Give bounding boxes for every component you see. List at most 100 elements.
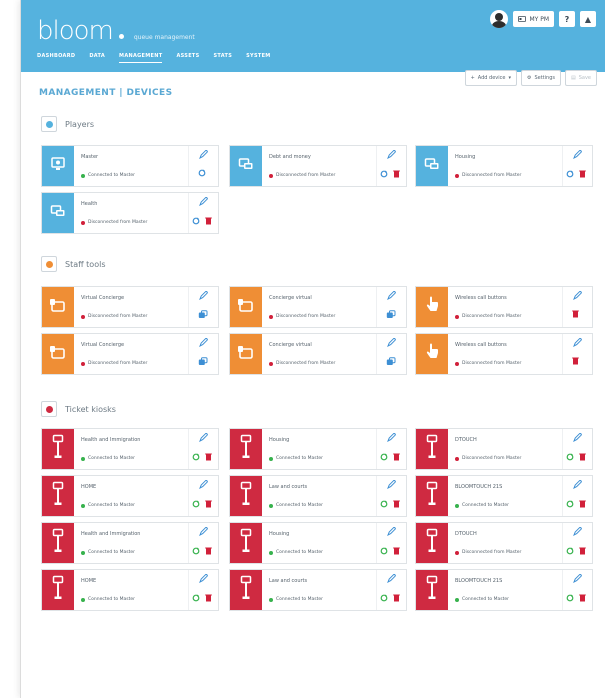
edit-icon[interactable] bbox=[199, 291, 208, 300]
refresh-icon[interactable] bbox=[380, 594, 388, 602]
device-card[interactable]: Debt and money Disconnected from Master bbox=[229, 145, 407, 187]
trash-icon[interactable] bbox=[393, 594, 400, 602]
trash-icon[interactable] bbox=[205, 500, 212, 508]
edit-icon[interactable] bbox=[199, 338, 208, 347]
copy-icon[interactable] bbox=[198, 310, 208, 319]
nav-management[interactable]: MANAGEMENT bbox=[119, 53, 163, 63]
edit-icon[interactable] bbox=[387, 480, 396, 489]
device-card[interactable]: Virtual Concierge Disconnected from Maste… bbox=[41, 286, 219, 328]
refresh-icon[interactable] bbox=[192, 547, 200, 555]
section-toggle-tickets[interactable] bbox=[41, 401, 57, 417]
device-status-text: Disconnected from Master bbox=[462, 361, 522, 366]
edit-icon[interactable] bbox=[573, 338, 582, 347]
user-menu-button[interactable]: MY PM bbox=[513, 11, 554, 27]
save-button[interactable]: ▤ Save bbox=[564, 70, 597, 86]
settings-button[interactable]: ⚙ Settings bbox=[520, 70, 561, 86]
edit-icon[interactable] bbox=[387, 291, 396, 300]
trash-icon[interactable] bbox=[205, 453, 212, 461]
status-dot bbox=[81, 173, 85, 178]
nav-system[interactable]: SYSTEM bbox=[246, 53, 270, 63]
device-card[interactable]: Concierge virtual Disconnected from Maste… bbox=[229, 286, 407, 328]
save-label: Save bbox=[578, 75, 591, 81]
refresh-icon[interactable] bbox=[380, 170, 388, 178]
section-toggle-staff[interactable] bbox=[41, 256, 57, 272]
copy-icon[interactable] bbox=[386, 357, 396, 366]
trash-icon[interactable] bbox=[579, 547, 586, 555]
section-toggle-players[interactable] bbox=[41, 116, 57, 132]
refresh-icon[interactable] bbox=[566, 170, 574, 178]
device-card[interactable]: BLOOMTOUCH 21S Connected to Master bbox=[415, 475, 593, 517]
refresh-icon[interactable] bbox=[566, 500, 574, 508]
edit-icon[interactable] bbox=[199, 527, 208, 536]
device-card[interactable]: Wireless call buttons Disconnected from M… bbox=[415, 286, 593, 328]
edit-icon[interactable] bbox=[387, 433, 396, 442]
device-card[interactable]: DTOUCH Disconnected from Master bbox=[415, 428, 593, 470]
trash-icon[interactable] bbox=[393, 170, 400, 178]
avatar[interactable] bbox=[490, 10, 509, 28]
edit-icon[interactable] bbox=[387, 574, 396, 583]
edit-icon[interactable] bbox=[387, 527, 396, 536]
device-card[interactable]: Housing Connected to Master bbox=[229, 522, 407, 564]
refresh-icon[interactable] bbox=[192, 500, 200, 508]
refresh-icon[interactable] bbox=[380, 500, 388, 508]
trash-icon[interactable] bbox=[393, 453, 400, 461]
device-card[interactable]: HOME Connected to Master bbox=[41, 475, 219, 517]
device-card[interactable]: Law and courts Connected to Master bbox=[229, 475, 407, 517]
edit-icon[interactable] bbox=[573, 574, 582, 583]
nav-assets[interactable]: ASSETS bbox=[176, 53, 199, 63]
copy-icon[interactable] bbox=[198, 357, 208, 366]
edit-icon[interactable] bbox=[573, 291, 582, 300]
refresh-icon[interactable] bbox=[198, 169, 206, 177]
edit-icon[interactable] bbox=[199, 480, 208, 489]
notifications-button[interactable]: ▲ bbox=[580, 11, 596, 27]
help-button[interactable]: ? bbox=[559, 11, 575, 27]
trash-icon[interactable] bbox=[205, 217, 212, 225]
refresh-icon[interactable] bbox=[380, 547, 388, 555]
refresh-icon[interactable] bbox=[566, 453, 574, 461]
edit-icon[interactable] bbox=[387, 150, 396, 159]
nav-stats[interactable]: STATS bbox=[214, 53, 233, 63]
device-card[interactable]: Concierge virtual Disconnected from Maste… bbox=[229, 333, 407, 375]
edit-icon[interactable] bbox=[199, 197, 208, 206]
device-card[interactable]: Health and Immigration Connected to Maste… bbox=[41, 522, 219, 564]
edit-icon[interactable] bbox=[573, 480, 582, 489]
device-card[interactable]: Housing Connected to Master bbox=[229, 428, 407, 470]
trash-icon[interactable] bbox=[205, 594, 212, 602]
device-card[interactable]: Virtual Concierge Disconnected from Maste… bbox=[41, 333, 219, 375]
nav-data[interactable]: DATA bbox=[89, 53, 105, 63]
trash-icon[interactable] bbox=[205, 547, 212, 555]
device-card[interactable]: Law and courts Connected to Master bbox=[229, 569, 407, 611]
trash-icon[interactable] bbox=[579, 500, 586, 508]
device-card[interactable]: Master Connected to Master bbox=[41, 145, 219, 187]
trash-icon[interactable] bbox=[572, 357, 579, 365]
edit-icon[interactable] bbox=[573, 527, 582, 536]
refresh-icon[interactable] bbox=[192, 594, 200, 602]
device-card[interactable]: Health and Immigration Connected to Maste… bbox=[41, 428, 219, 470]
refresh-icon[interactable] bbox=[380, 453, 388, 461]
nav-dashboard[interactable]: DASHBOARD bbox=[37, 53, 75, 63]
trash-icon[interactable] bbox=[393, 500, 400, 508]
edit-icon[interactable] bbox=[199, 433, 208, 442]
device-card[interactable]: BLOOMTOUCH 21S Connected to Master bbox=[415, 569, 593, 611]
edit-icon[interactable] bbox=[573, 150, 582, 159]
device-card[interactable]: Health Disconnected from Master bbox=[41, 192, 219, 234]
trash-icon[interactable] bbox=[579, 453, 586, 461]
device-card[interactable]: HOME Connected to Master bbox=[41, 569, 219, 611]
edit-icon[interactable] bbox=[573, 433, 582, 442]
edit-icon[interactable] bbox=[199, 574, 208, 583]
trash-icon[interactable] bbox=[579, 170, 586, 178]
copy-icon[interactable] bbox=[386, 310, 396, 319]
edit-icon[interactable] bbox=[387, 338, 396, 347]
refresh-icon[interactable] bbox=[566, 547, 574, 555]
device-card[interactable]: Housing Disconnected from Master bbox=[415, 145, 593, 187]
refresh-icon[interactable] bbox=[192, 453, 200, 461]
device-card[interactable]: Wireless call buttons Disconnected from M… bbox=[415, 333, 593, 375]
trash-icon[interactable] bbox=[393, 547, 400, 555]
add-device-button[interactable]: + Add device ▾ bbox=[464, 70, 517, 86]
device-card[interactable]: DTOUCH Disconnected from Master bbox=[415, 522, 593, 564]
edit-icon[interactable] bbox=[199, 150, 208, 159]
refresh-icon[interactable] bbox=[566, 594, 574, 602]
refresh-icon[interactable] bbox=[192, 217, 200, 225]
trash-icon[interactable] bbox=[579, 594, 586, 602]
trash-icon[interactable] bbox=[572, 310, 579, 318]
